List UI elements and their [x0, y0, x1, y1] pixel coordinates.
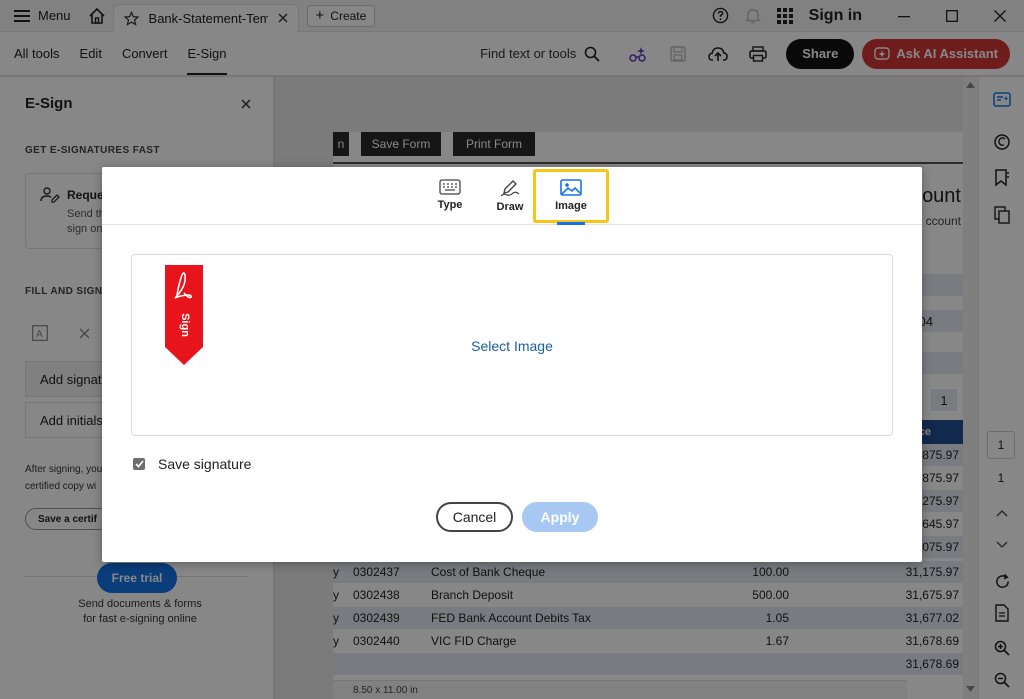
sign-flag-label: Sign — [178, 313, 191, 337]
tab-draw[interactable]: Draw — [482, 173, 538, 223]
select-image-link[interactable]: Select Image — [132, 338, 892, 354]
pen-draw-icon — [500, 180, 520, 197]
tab-image-label: Image — [555, 200, 587, 212]
image-drop-zone[interactable]: Sign Select Image — [131, 254, 893, 436]
image-icon — [560, 179, 582, 196]
tab-draw-label: Draw — [496, 201, 524, 213]
save-signature-label: Save signature — [158, 456, 252, 472]
signature-dialog: Type Draw Image Sign Select Image Save s… — [102, 167, 922, 562]
tab-type-label: Type — [437, 199, 463, 211]
apply-button[interactable]: Apply — [522, 502, 598, 532]
save-signature-option[interactable]: Save signature — [133, 456, 251, 472]
cancel-button[interactable]: Cancel — [436, 502, 513, 532]
save-signature-checkbox[interactable] — [133, 458, 145, 470]
checkmark-icon — [134, 460, 144, 468]
sign-here-flag: Sign — [165, 265, 203, 372]
keyboard-icon — [439, 179, 461, 195]
signature-method-tabs: Type Draw Image — [102, 167, 922, 225]
active-tab-indicator — [557, 222, 585, 225]
tab-image[interactable]: Image — [533, 169, 609, 223]
tab-type[interactable]: Type — [422, 173, 478, 223]
